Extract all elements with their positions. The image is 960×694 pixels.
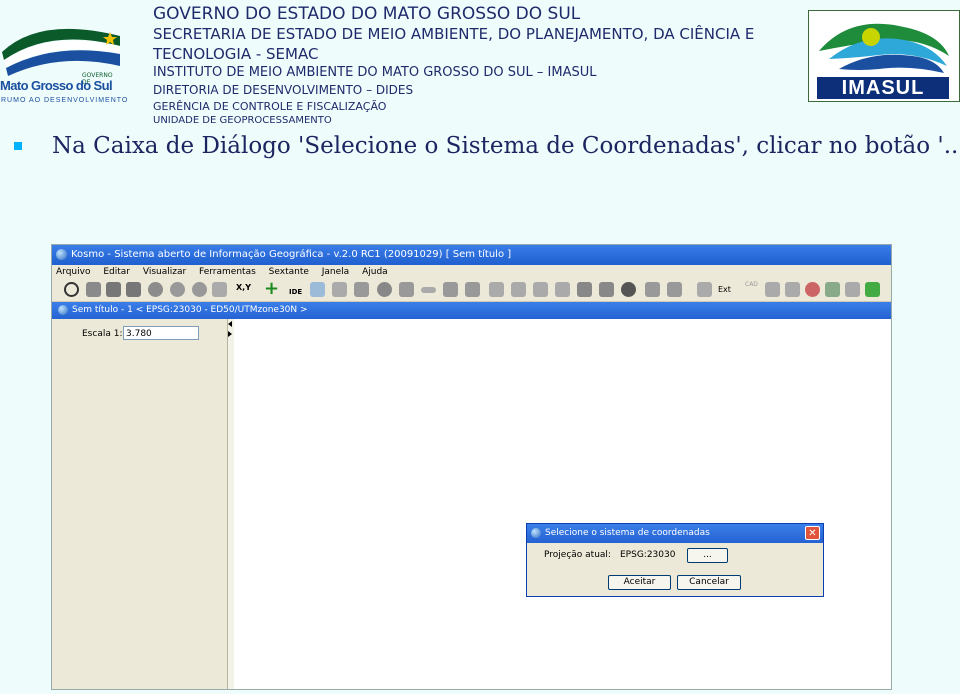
header-line-dides: DIRETORIA DE DESENVOLVIMENTO – DIDES [153,83,414,97]
header-line-gerencia: GERÊNCIA DE CONTROLE E FISCALIZAÇÃO [153,100,387,113]
tool-icon-2[interactable] [399,282,414,297]
printer-icon[interactable] [697,282,712,297]
tool-icon-10[interactable] [785,282,800,297]
expand-right-icon[interactable] [228,331,232,337]
select-arrow-icon[interactable] [489,282,504,297]
map-view[interactable] [234,319,891,689]
logo-state-name: Mato Grosso do Sul [0,78,113,93]
tool-icon-6[interactable] [533,282,548,297]
menu-ferramentas[interactable]: Ferramentas [199,265,256,279]
globe-icon [531,527,541,538]
header-line-geoprocessamento: UNIDADE DE GEOPROCESSAMENTO [153,115,332,126]
header-line-secretaria: SECRETARIA DE ESTADO DE MEIO AMBIENTE, D… [153,25,755,43]
menu-ajuda[interactable]: Ajuda [362,265,388,279]
accept-button[interactable]: Aceitar [608,575,671,590]
close-button[interactable]: ✕ [805,526,820,540]
ide-tool-label[interactable]: IDE [289,288,302,296]
kosmo-app-window: Kosmo - Sistema aberto de Informação Geo… [51,244,892,690]
menu-arquivo[interactable]: Arquivo [56,265,90,279]
zoom-in-icon[interactable] [170,282,185,297]
tool-icon-3[interactable] [443,282,458,297]
tool-icon-13[interactable] [845,282,860,297]
zoom-extent-icon[interactable] [212,282,227,297]
tool-icon-4[interactable] [465,282,480,297]
info-icon[interactable] [377,282,392,297]
cad-tool-label[interactable]: CAD [745,281,758,288]
scale-input[interactable]: 3.780 [123,326,199,340]
logo-tagline: RUMO AO DESENVOLVIMENTO [1,97,129,104]
ruler-icon[interactable] [421,287,436,293]
tool-icon-5[interactable] [511,282,526,297]
grid-icon[interactable] [555,282,570,297]
phone-icon[interactable] [621,282,636,297]
dialog-title: Selecione o sistema de coordenadas [545,528,710,538]
slide-instruction: Na Caixa de Diálogo 'Selecione o Sistema… [52,133,960,159]
app-title: Kosmo - Sistema aberto de Informação Geo… [71,249,512,260]
cancel-button[interactable]: Cancelar [677,575,741,590]
layer-icon[interactable] [332,282,347,297]
zoom-out-icon[interactable] [192,282,207,297]
add-table-icon[interactable] [310,282,325,297]
bullet-marker [14,142,22,150]
dialog-titlebar[interactable]: Selecione o sistema de coordenadas ✕ [527,524,823,543]
header-line-semac: TECNOLOGIA - SEMAC [153,45,319,63]
scale-panel: Escala 1: 3.780 [52,319,228,689]
collapse-left-icon[interactable] [228,321,232,327]
back-arrow-icon[interactable] [106,282,121,297]
header-line-governo: GOVERNO DO ESTADO DO MATO GROSSO DO SUL [153,4,581,24]
projection-value: EPSG:23030 [620,550,676,560]
document-titlebar[interactable]: Sem título - 1 < EPSG:23030 - ED50/UTMzo… [52,302,891,319]
ext-tool-label[interactable]: Ext [718,285,731,294]
document-title: Sem título - 1 < EPSG:23030 - ED50/UTMzo… [72,305,308,315]
imasul-logo-text: IMASUL [817,77,949,99]
tool-icon-9[interactable] [765,282,780,297]
coordinate-system-dialog: Selecione o sistema de coordenadas ✕ Pro… [526,523,824,597]
tool-icon-7[interactable] [577,282,592,297]
globe-tool-icon[interactable] [148,282,163,297]
menu-editar[interactable]: Editar [103,265,130,279]
header-line-imasul: INSTITUTO DE MEIO AMBIENTE DO MATO GROSS… [153,65,597,80]
app-menubar: Arquivo Editar Visualizar Ferramentas Se… [52,265,891,279]
tool-icon-14[interactable] [865,282,880,297]
imasul-logo: IMASUL [808,10,960,102]
forward-arrow-icon[interactable] [126,282,141,297]
add-layer-icon[interactable]: + [264,280,279,298]
projection-label: Projeção atual: [544,550,611,560]
tool-icon-1[interactable] [354,282,369,297]
menu-janela[interactable]: Janela [322,265,349,279]
globe-icon [56,248,67,260]
tool-icon-8[interactable] [599,282,614,297]
zoom-icon[interactable] [64,282,79,297]
menu-visualizar[interactable]: Visualizar [143,265,186,279]
xy-tool-label[interactable]: X,Y [236,283,251,292]
redo-icon[interactable] [667,282,682,297]
undo-icon[interactable] [645,282,660,297]
app-titlebar[interactable]: Kosmo - Sistema aberto de Informação Geo… [52,245,891,265]
scale-label: Escala 1: [82,329,123,339]
app-toolbar: X,Y + IDE Ext CAD [52,279,891,302]
pan-icon[interactable] [86,282,101,297]
globe-icon [58,304,68,315]
menu-sextante[interactable]: Sextante [269,265,309,279]
tool-icon-11[interactable] [805,282,820,297]
browse-button[interactable]: ... [687,548,728,563]
tool-icon-12[interactable] [825,282,840,297]
mato-grosso-do-sul-logo: GOVERNO DE Mato Grosso do Sul RUMO AO DE… [0,22,127,108]
